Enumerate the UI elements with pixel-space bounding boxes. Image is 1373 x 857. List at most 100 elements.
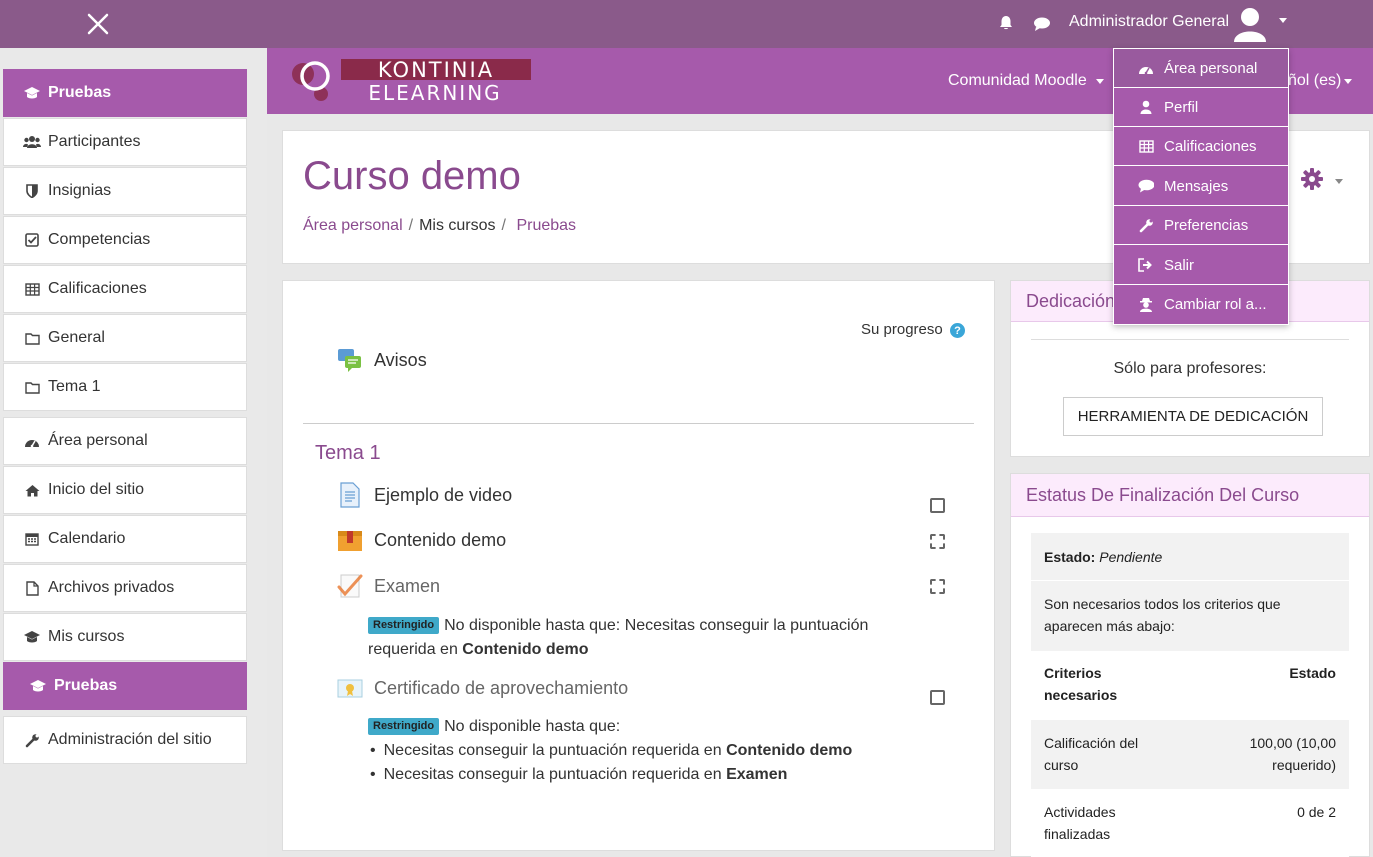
graduation-cap-icon xyxy=(23,629,41,645)
activity-label: Ejemplo de video xyxy=(374,484,513,505)
column-header-criteria: necesarios xyxy=(1044,687,1118,703)
calendar-icon xyxy=(23,531,41,547)
restriction-target: Contenido demo xyxy=(726,742,853,759)
restriction-list: Necesitas conseguir la puntuación requer… xyxy=(368,739,928,787)
menu-item-mensajes[interactable]: Mensajes xyxy=(1114,167,1288,206)
restriction-info-certificado: RestringidoNo disponible hasta que: Nece… xyxy=(368,715,928,787)
sidebar-item-tema-1[interactable]: Tema 1 xyxy=(3,363,247,411)
block-title: Estatus De Finalización Del Curso xyxy=(1026,485,1300,505)
menu-item-label: Perfil xyxy=(1164,98,1199,116)
sidebar-item-archivos-privados[interactable]: Archivos privados xyxy=(3,564,247,612)
activity-avisos[interactable]: Avisos xyxy=(337,347,427,373)
course-settings-button[interactable] xyxy=(1300,167,1324,191)
page-icon xyxy=(337,482,363,508)
criteria-cell: curso xyxy=(1044,757,1079,773)
sidebar-item-mis-cursos[interactable]: Mis cursos xyxy=(3,613,247,661)
table-header-row: Criterios necesarios Estado xyxy=(1031,651,1349,719)
table-icon xyxy=(1138,138,1154,154)
language-menu[interactable]: ñol (es) xyxy=(1288,72,1341,90)
dedication-tool-button[interactable]: HERRAMIENTA DE DEDICACIÓN xyxy=(1063,397,1323,436)
criteria-cell: Calificación del xyxy=(1044,735,1139,751)
divider xyxy=(1031,339,1349,340)
activity-contenido-demo[interactable]: Contenido demo xyxy=(337,527,506,553)
completion-status-row: Estado: Pendiente xyxy=(1031,533,1349,580)
chevron-down-icon[interactable] xyxy=(1344,79,1352,84)
restriction-text: Necesitas conseguir la puntuación requer… xyxy=(383,742,722,759)
sidebar-item-competencias[interactable]: Competencias xyxy=(3,216,247,264)
sidebar-item-label: Mis cursos xyxy=(48,628,125,645)
messages-button[interactable] xyxy=(1033,16,1051,32)
graduation-cap-icon xyxy=(23,85,41,101)
menu-item-calificaciones[interactable]: Calificaciones xyxy=(1114,127,1288,166)
sidebar-item-area-personal[interactable]: Área personal xyxy=(3,417,247,465)
logo-text-line1: KONTINIA xyxy=(378,58,494,82)
sidebar-item-label: Archivos privados xyxy=(48,579,175,596)
menu-item-area-personal[interactable]: Área personal xyxy=(1114,49,1288,88)
menu-item-preferencias[interactable]: Preferencias xyxy=(1114,206,1288,245)
user-avatar-icon xyxy=(1234,8,1266,42)
comment-icon xyxy=(1034,17,1050,31)
close-drawer-button[interactable] xyxy=(84,10,112,38)
sidebar-item-insignias[interactable]: Insignias xyxy=(3,167,247,215)
sidebar-item-inicio-sitio[interactable]: Inicio del sitio xyxy=(3,466,247,514)
restriction-text: No disponible hasta que: xyxy=(444,718,621,735)
breadcrumb-pruebas[interactable]: Pruebas xyxy=(516,217,576,234)
activity-examen[interactable]: Examen xyxy=(337,573,440,599)
sidebar-item-participantes[interactable]: Participantes xyxy=(3,118,247,166)
sidebar-item-pruebas-course[interactable]: Pruebas xyxy=(3,69,247,117)
menu-item-perfil[interactable]: Perfil xyxy=(1114,88,1288,127)
sidebar-item-label: Calendario xyxy=(48,530,126,547)
avatar[interactable] xyxy=(1232,4,1268,42)
scorm-package-icon xyxy=(337,527,363,553)
sidebar-item-label: Competencias xyxy=(48,231,151,248)
sidebar-item-calificaciones[interactable]: Calificaciones xyxy=(3,265,247,313)
site-logo[interactable]: KONTINIA ELEARNING xyxy=(285,56,533,106)
sidebar-item-general[interactable]: General xyxy=(3,314,247,362)
user-secret-icon xyxy=(1138,297,1154,313)
sidebar-item-pruebas[interactable]: Pruebas xyxy=(3,662,247,710)
chevron-down-icon[interactable] xyxy=(1335,179,1343,184)
menu-item-cambiar-rol[interactable]: Cambiar rol a... xyxy=(1114,285,1288,324)
sidebar-item-label: Administración del sitio xyxy=(48,731,212,748)
sidebar-item-label: Calificaciones xyxy=(48,280,147,297)
graduation-cap-icon xyxy=(29,678,47,694)
notifications-button[interactable] xyxy=(998,15,1014,31)
sidebar-item-administracion[interactable]: Administración del sitio xyxy=(3,716,247,764)
user-menu-toggle[interactable]: Administrador General xyxy=(1069,13,1229,31)
help-icon[interactable]: ? xyxy=(950,323,965,338)
bell-icon xyxy=(1000,16,1012,30)
sidebar-item-calendario[interactable]: Calendario xyxy=(3,515,247,563)
folder-icon xyxy=(23,379,41,395)
breadcrumb-area-personal[interactable]: Área personal xyxy=(303,217,403,234)
table-row: Actividades finalizadas 0 de 2 xyxy=(1031,789,1349,857)
status-value: Pendiente xyxy=(1099,549,1163,565)
chevron-down-icon[interactable] xyxy=(1096,79,1104,84)
completion-checkbox[interactable] xyxy=(930,690,945,705)
gear-icon xyxy=(1301,168,1323,190)
completion-checkbox-auto[interactable] xyxy=(930,534,945,549)
completion-checkbox[interactable] xyxy=(930,498,945,513)
status-cell: 0 de 2 xyxy=(1297,804,1336,820)
activity-certificado[interactable]: Certificado de aprovechamiento xyxy=(337,675,628,701)
menu-item-label: Preferencias xyxy=(1164,216,1249,234)
sidebar-item-label: Participantes xyxy=(48,133,141,150)
nav-comunidad-moodle[interactable]: Comunidad Moodle xyxy=(948,72,1087,90)
sidebar-item-label: Área personal xyxy=(48,432,148,449)
activity-label: Avisos xyxy=(374,349,427,370)
activity-ejemplo-video[interactable]: Ejemplo de video xyxy=(337,482,512,508)
sidebar-item-label: Pruebas xyxy=(54,677,118,694)
sidebar-item-label: Tema 1 xyxy=(48,378,101,395)
completion-checkbox-auto[interactable] xyxy=(930,579,945,594)
menu-item-salir[interactable]: Salir xyxy=(1114,246,1288,285)
sidebar-item-label: Pruebas xyxy=(48,84,112,101)
page-title: Curso demo xyxy=(303,154,521,198)
menu-item-label: Mensajes xyxy=(1164,177,1229,195)
activity-label: Contenido demo xyxy=(374,529,507,550)
note-text: Son necesarios todos los criterios que xyxy=(1044,596,1281,612)
chevron-down-icon[interactable] xyxy=(1279,18,1287,23)
comment-icon xyxy=(1138,178,1154,194)
certificate-icon xyxy=(337,675,363,701)
restriction-target: Contenido demo xyxy=(462,641,589,658)
wrench-icon xyxy=(1138,217,1154,233)
status-cell: 100,00 (10,00 requerido) xyxy=(1249,735,1336,773)
